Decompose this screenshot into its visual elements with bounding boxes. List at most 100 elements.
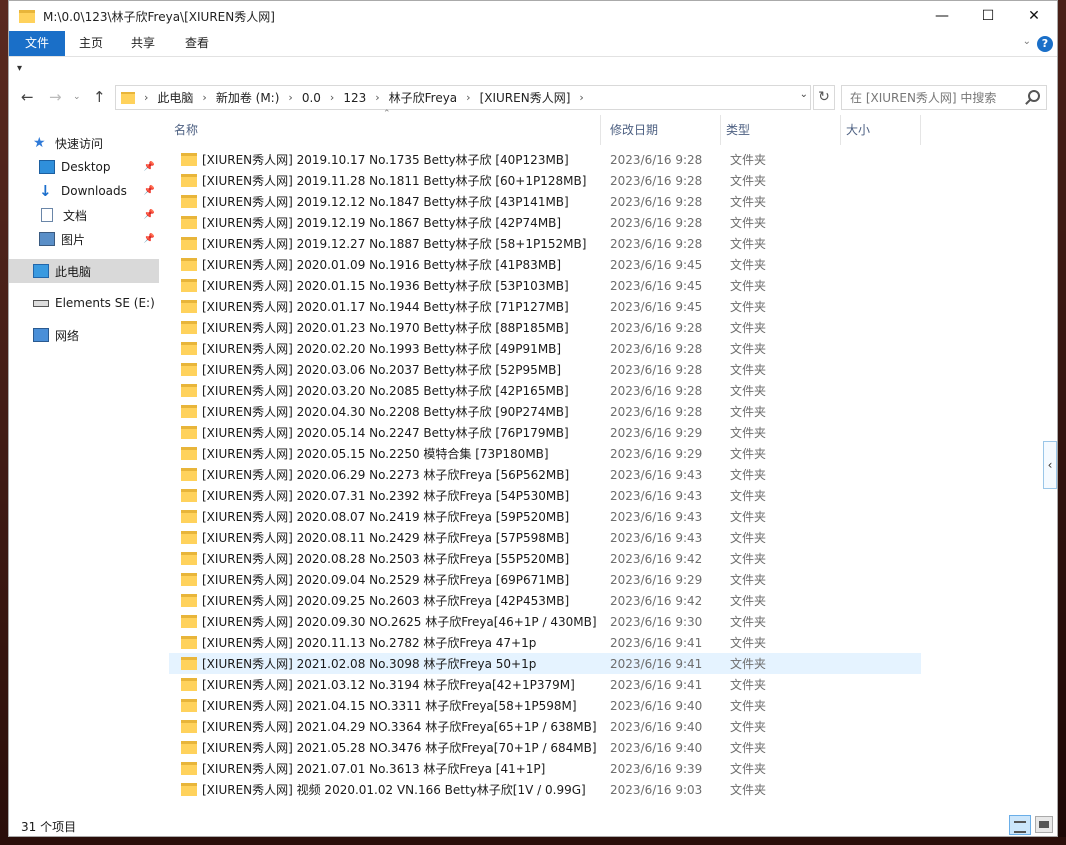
breadcrumb-folder-123[interactable]: 123	[343, 91, 366, 105]
table-row[interactable]: [XIUREN秀人网] 2020.01.15 No.1936 Betty林子欣 …	[169, 275, 921, 296]
minimize-button[interactable]: —	[919, 1, 965, 31]
nav-item-network[interactable]: 网络	[9, 323, 159, 347]
chevron-right-icon[interactable]: ›	[202, 91, 206, 104]
breadcrumb-drive[interactable]: 新加卷 (M:)	[216, 89, 280, 106]
search-placeholder: 在 [XIUREN秀人网] 中搜索	[850, 91, 997, 105]
large-icons-view-icon[interactable]	[1035, 816, 1053, 833]
table-row[interactable]: [XIUREN秀人网] 2020.05.15 No.2250 模特合集 [73P…	[169, 443, 921, 464]
file-type: 文件夹	[730, 342, 767, 356]
title-bar[interactable]: M:\0.0\123\林子欣Freya\[XIUREN秀人网] — ☐ ✕	[9, 1, 1057, 31]
table-row[interactable]: [XIUREN秀人网] 2020.01.23 No.1970 Betty林子欣 …	[169, 317, 921, 338]
folder-icon	[181, 552, 197, 565]
nav-item-documents[interactable]: 文档 📌	[9, 203, 159, 227]
address-bar[interactable]: › 此电脑 › 新加卷 (M:) › 0.0 › 123 › 林子欣Freya …	[115, 85, 811, 110]
table-row[interactable]: [XIUREN秀人网] 2021.05.28 NO.3476 林子欣Freya[…	[169, 737, 921, 758]
search-icon[interactable]	[1028, 90, 1040, 102]
table-row[interactable]: [XIUREN秀人网] 2020.03.20 No.2085 Betty林子欣 …	[169, 380, 921, 401]
table-row[interactable]: [XIUREN秀人网] 2020.01.17 No.1944 Betty林子欣 …	[169, 296, 921, 317]
star-icon: ★	[33, 135, 46, 151]
pin-icon[interactable]: 📌	[144, 162, 155, 172]
customize-toolbar-icon[interactable]: ▾	[17, 63, 22, 74]
chevron-right-icon[interactable]: ›	[330, 91, 334, 104]
table-row[interactable]: [XIUREN秀人网] 2019.10.17 No.1735 Betty林子欣 …	[169, 149, 921, 170]
file-date: 2023/6/16 9:28	[610, 152, 703, 167]
table-row[interactable]: [XIUREN秀人网] 视频 2020.01.02 VN.166 Betty林子…	[169, 779, 921, 800]
breadcrumb-this-pc[interactable]: 此电脑	[157, 89, 193, 106]
chevron-right-icon[interactable]: ›	[288, 91, 292, 104]
folder-icon	[181, 510, 197, 523]
pin-icon[interactable]: 📌	[144, 186, 155, 196]
table-row[interactable]: [XIUREN秀人网] 2020.09.04 No.2529 林子欣Freya …	[169, 569, 921, 590]
nav-item-downloads[interactable]: ↓ Downloads 📌	[9, 179, 159, 203]
column-type[interactable]: 类型	[721, 115, 841, 145]
breadcrumb-folder-0-0[interactable]: 0.0	[302, 91, 321, 105]
column-name[interactable]: 名称	[169, 115, 601, 145]
table-row[interactable]: [XIUREN秀人网] 2020.08.11 No.2429 林子欣Freya …	[169, 527, 921, 548]
table-row[interactable]: [XIUREN秀人网] 2020.04.30 No.2208 Betty林子欣 …	[169, 401, 921, 422]
maximize-button[interactable]: ☐	[965, 1, 1011, 31]
up-arrow-icon[interactable]: ↑	[93, 88, 106, 106]
nav-label: Elements SE (E:)	[55, 296, 155, 310]
table-row[interactable]: [XIUREN秀人网] 2020.09.25 No.2603 林子欣Freya …	[169, 590, 921, 611]
table-row[interactable]: [XIUREN秀人网] 2019.12.19 No.1867 Betty林子欣 …	[169, 212, 921, 233]
breadcrumb-current[interactable]: [XIUREN秀人网]	[480, 89, 571, 106]
expand-ribbon-chevron-icon[interactable]: ⌄	[1023, 36, 1031, 47]
close-button[interactable]: ✕	[1011, 1, 1057, 31]
table-row[interactable]: [XIUREN秀人网] 2019.11.28 No.1811 Betty林子欣 …	[169, 170, 921, 191]
table-row[interactable]: [XIUREN秀人网] 2020.07.31 No.2392 林子欣Freya …	[169, 485, 921, 506]
table-row[interactable]: [XIUREN秀人网] 2021.04.15 NO.3311 林子欣Freya[…	[169, 695, 921, 716]
tab-file[interactable]: 文件	[9, 31, 65, 56]
nav-item-this-pc[interactable]: 此电脑	[9, 259, 159, 283]
file-name: [XIUREN秀人网] 2021.04.15 NO.3311 林子欣Freya[…	[202, 699, 577, 713]
table-row[interactable]: [XIUREN秀人网] 2019.12.27 No.1887 Betty林子欣 …	[169, 233, 921, 254]
nav-item-elements-se[interactable]: Elements SE (E:)	[9, 291, 159, 315]
table-row[interactable]: [XIUREN秀人网] 2020.09.30 NO.2625 林子欣Freya[…	[169, 611, 921, 632]
table-row[interactable]: [XIUREN秀人网] 2021.07.01 No.3613 林子欣Freya …	[169, 758, 921, 779]
tab-home[interactable]: 主页	[65, 31, 117, 56]
chevron-right-icon[interactable]: ›	[375, 91, 379, 104]
address-dropdown-chevron-icon[interactable]: ⌄	[800, 89, 808, 100]
table-row[interactable]: [XIUREN秀人网] 2021.02.08 No.3098 林子欣Freya …	[169, 653, 921, 674]
table-row[interactable]: [XIUREN秀人网] 2020.01.09 No.1916 Betty林子欣 …	[169, 254, 921, 275]
file-date: 2023/6/16 9:43	[610, 530, 703, 545]
chevron-right-icon[interactable]: ›	[579, 91, 583, 104]
file-type: 文件夹	[730, 321, 767, 335]
table-row[interactable]: [XIUREN秀人网] 2020.03.06 No.2037 Betty林子欣 …	[169, 359, 921, 380]
table-row[interactable]: [XIUREN秀人网] 2020.11.13 No.2782 林子欣Freya …	[169, 632, 921, 653]
tab-share[interactable]: 共享	[117, 31, 169, 56]
table-row[interactable]: [XIUREN秀人网] 2020.02.20 No.1993 Betty林子欣 …	[169, 338, 921, 359]
table-row[interactable]: [XIUREN秀人网] 2020.08.07 No.2419 林子欣Freya …	[169, 506, 921, 527]
file-type: 文件夹	[730, 657, 767, 671]
folder-icon	[181, 741, 197, 754]
file-date: 2023/6/16 9:40	[610, 698, 703, 713]
search-input[interactable]: 在 [XIUREN秀人网] 中搜索	[841, 85, 1047, 110]
collapse-pane-chevron-icon[interactable]: ‹	[1043, 441, 1057, 489]
column-size[interactable]: 大小	[841, 115, 921, 145]
file-date: 2023/6/16 9:45	[610, 257, 703, 272]
table-row[interactable]: [XIUREN秀人网] 2020.05.14 No.2247 Betty林子欣 …	[169, 422, 921, 443]
table-row[interactable]: [XIUREN秀人网] 2021.04.29 NO.3364 林子欣Freya[…	[169, 716, 921, 737]
nav-item-pictures[interactable]: 图片 📌	[9, 227, 159, 251]
chevron-right-icon[interactable]: ›	[144, 91, 148, 104]
forward-arrow-icon[interactable]: →	[49, 88, 62, 106]
nav-item-desktop[interactable]: Desktop 📌	[9, 155, 159, 179]
folder-icon	[181, 384, 197, 397]
table-row[interactable]: [XIUREN秀人网] 2020.06.29 No.2273 林子欣Freya …	[169, 464, 921, 485]
file-type: 文件夹	[730, 720, 767, 734]
nav-item-quick-access[interactable]: ★ 快速访问	[9, 131, 159, 155]
back-arrow-icon[interactable]: ←	[21, 88, 34, 106]
breadcrumb-folder-freya[interactable]: 林子欣Freya	[389, 89, 458, 106]
file-type: 文件夹	[730, 741, 767, 755]
refresh-button[interactable]: ↻	[813, 85, 835, 110]
chevron-right-icon[interactable]: ›	[466, 91, 470, 104]
pin-icon[interactable]: 📌	[144, 234, 155, 244]
table-row[interactable]: [XIUREN秀人网] 2019.12.12 No.1847 Betty林子欣 …	[169, 191, 921, 212]
table-row[interactable]: [XIUREN秀人网] 2021.03.12 No.3194 林子欣Freya[…	[169, 674, 921, 695]
pin-icon[interactable]: 📌	[144, 210, 155, 220]
table-row[interactable]: [XIUREN秀人网] 2020.08.28 No.2503 林子欣Freya …	[169, 548, 921, 569]
help-icon[interactable]: ?	[1037, 36, 1053, 52]
column-date-modified[interactable]: 修改日期	[601, 115, 721, 145]
details-view-icon[interactable]	[1009, 815, 1031, 835]
tab-view[interactable]: 查看	[171, 31, 223, 56]
recent-locations-chevron-icon[interactable]: ⌄	[73, 92, 81, 102]
